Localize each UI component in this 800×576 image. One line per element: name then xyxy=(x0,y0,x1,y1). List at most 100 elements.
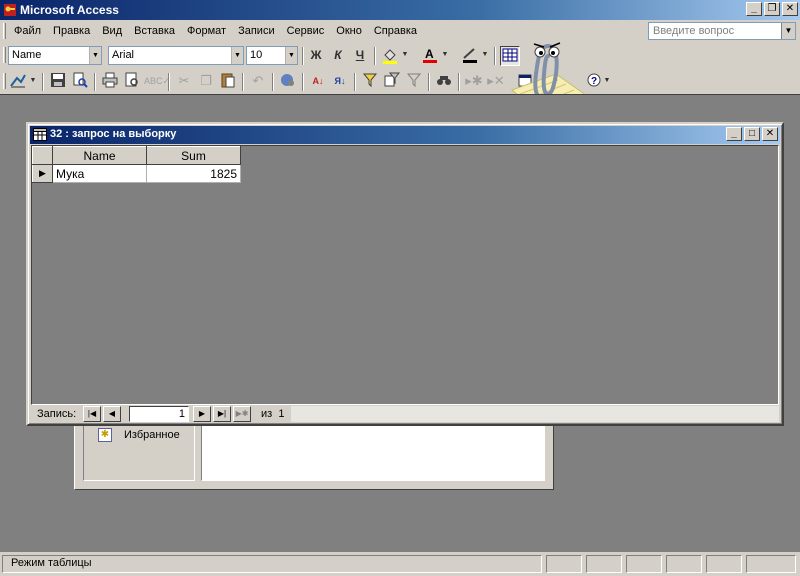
italic-button[interactable]: К xyxy=(328,46,348,66)
app-title-bar[interactable]: Microsoft Access _ ❐ ✕ xyxy=(0,0,800,20)
remove-filter-icon[interactable] xyxy=(404,72,424,92)
filter-by-selection-icon[interactable] xyxy=(360,72,380,92)
chevron-down-icon[interactable]: ▼ xyxy=(89,47,101,64)
separator xyxy=(494,47,496,65)
separator xyxy=(94,73,96,91)
first-record-button[interactable]: |◀ xyxy=(83,406,101,422)
separator xyxy=(428,73,430,91)
menu-grip[interactable] xyxy=(3,23,6,39)
chevron-down-icon[interactable]: ▼ xyxy=(480,46,490,66)
design-view-icon[interactable] xyxy=(8,72,28,92)
print-icon[interactable] xyxy=(100,72,120,92)
paste-icon[interactable] xyxy=(218,72,238,92)
current-record-input[interactable]: 1 xyxy=(129,406,189,422)
toolbar-grip[interactable] xyxy=(3,73,6,89)
menu-help[interactable]: Справка xyxy=(368,24,423,38)
ask-question-box[interactable]: Введите вопрос ▼ xyxy=(648,22,796,40)
status-panel xyxy=(546,555,582,573)
status-text: Режим таблицы xyxy=(2,555,542,573)
chevron-down-icon[interactable]: ▼ xyxy=(400,46,410,66)
separator xyxy=(302,47,304,65)
chevron-down-icon[interactable]: ▼ xyxy=(285,47,297,64)
previous-record-button[interactable]: ◀ xyxy=(103,406,121,422)
sort-descending-icon[interactable]: Я↓ xyxy=(330,72,350,92)
print-preview-icon[interactable] xyxy=(122,72,142,92)
table-row[interactable]: ▶ Мука 1825 xyxy=(32,164,241,183)
close-button[interactable]: ✕ xyxy=(782,2,798,16)
favorites-item[interactable]: Избранное xyxy=(124,429,180,441)
favorites-icon: ✱ xyxy=(98,428,112,442)
font-combo-value: Arial xyxy=(112,49,135,61)
status-panel xyxy=(626,555,662,573)
separator xyxy=(42,73,44,91)
next-record-button[interactable]: ▶ xyxy=(193,406,211,422)
line-color-icon[interactable] xyxy=(460,46,480,66)
record-navigator: Запись: |◀ ◀ 1 ▶ ▶| ▶✱ из 1 xyxy=(31,406,779,424)
separator xyxy=(168,73,170,91)
minimize-button[interactable]: _ xyxy=(746,2,762,16)
select-all-corner[interactable] xyxy=(32,146,53,165)
spelling-icon[interactable]: ABC✓ xyxy=(144,72,170,92)
toolbar-grip[interactable] xyxy=(3,47,6,63)
new-record-icon[interactable]: ▸✱ xyxy=(464,72,484,92)
standard-toolbar: ▼ ABC✓ ✂ ❐ ↶ А↓ Я↓ ▸✱ ▸✕ ? ▼ xyxy=(0,68,800,94)
object-combo-value: Name xyxy=(12,49,42,61)
column-header-name[interactable]: Name xyxy=(52,146,147,165)
file-search-icon[interactable] xyxy=(70,72,90,92)
query-window-title-bar[interactable]: 32 : запрос на выборку _ □ ✕ xyxy=(30,126,780,144)
object-combo[interactable]: Name ▼ xyxy=(8,46,102,65)
status-panel xyxy=(706,555,742,573)
datasheet-table: Name Sum ▶ Мука 1825 xyxy=(32,146,241,183)
query-maximize-button[interactable]: □ xyxy=(744,127,760,141)
menu-file[interactable]: Файл xyxy=(8,24,47,38)
record-selector[interactable]: ▶ xyxy=(32,164,53,183)
chevron-down-icon[interactable]: ▼ xyxy=(781,23,795,39)
menu-window[interactable]: Окно xyxy=(330,24,368,38)
find-icon[interactable] xyxy=(434,72,454,92)
separator xyxy=(272,73,274,91)
status-panel xyxy=(746,555,796,573)
new-record-nav-button[interactable]: ▶✱ xyxy=(233,406,251,422)
save-icon[interactable] xyxy=(48,72,68,92)
record-label: Запись: xyxy=(37,408,77,420)
menu-tools[interactable]: Сервис xyxy=(281,24,331,38)
chevron-down-icon[interactable]: ▼ xyxy=(440,46,450,66)
underline-button[interactable]: Ч xyxy=(350,46,370,66)
chevron-down-icon[interactable]: ▼ xyxy=(28,72,38,92)
menu-records[interactable]: Записи xyxy=(232,24,281,38)
font-size-combo[interactable]: 10 ▼ xyxy=(246,46,298,65)
font-size-value: 10 xyxy=(250,49,263,61)
chevron-down-icon[interactable]: ▼ xyxy=(602,72,612,92)
menu-view[interactable]: Вид xyxy=(96,24,128,38)
status-panel xyxy=(666,555,702,573)
menu-insert[interactable]: Вставка xyxy=(128,24,181,38)
svg-text:A: A xyxy=(425,47,434,61)
restore-button[interactable]: ❐ xyxy=(764,2,780,16)
menu-edit[interactable]: Правка xyxy=(47,24,96,38)
cell-name[interactable]: Мука xyxy=(52,164,147,183)
status-panel xyxy=(586,555,622,573)
query-window-title: 32 : запрос на выборку xyxy=(50,128,177,140)
access-key-icon xyxy=(4,4,16,16)
hyperlink-icon[interactable] xyxy=(278,72,298,92)
query-datasheet-window[interactable]: 32 : запрос на выборку _ □ ✕ Name Sum ▶ … xyxy=(26,122,784,426)
cell-sum[interactable]: 1825 xyxy=(146,164,241,183)
font-combo[interactable]: Arial ▼ xyxy=(108,46,244,65)
undo-icon[interactable]: ↶ xyxy=(248,72,268,92)
font-color-icon[interactable]: A xyxy=(420,46,440,66)
menu-format[interactable]: Формат xyxy=(181,24,232,38)
horizontal-scrollbar[interactable] xyxy=(291,406,779,422)
last-record-button[interactable]: ▶| xyxy=(213,406,231,422)
ask-question-placeholder: Введите вопрос xyxy=(653,25,735,37)
query-minimize-button[interactable]: _ xyxy=(726,127,742,141)
fill-color-icon[interactable] xyxy=(380,46,400,66)
copy-icon[interactable]: ❐ xyxy=(196,72,216,92)
column-header-sum[interactable]: Sum xyxy=(146,146,241,165)
filter-by-form-icon[interactable] xyxy=(382,72,402,92)
sort-ascending-icon[interactable]: А↓ xyxy=(308,72,328,92)
cut-icon[interactable]: ✂ xyxy=(174,72,194,92)
bold-button[interactable]: Ж xyxy=(306,46,326,66)
chevron-down-icon[interactable]: ▼ xyxy=(231,47,243,64)
query-close-button[interactable]: ✕ xyxy=(762,127,778,141)
delete-record-icon[interactable]: ▸✕ xyxy=(486,72,506,92)
